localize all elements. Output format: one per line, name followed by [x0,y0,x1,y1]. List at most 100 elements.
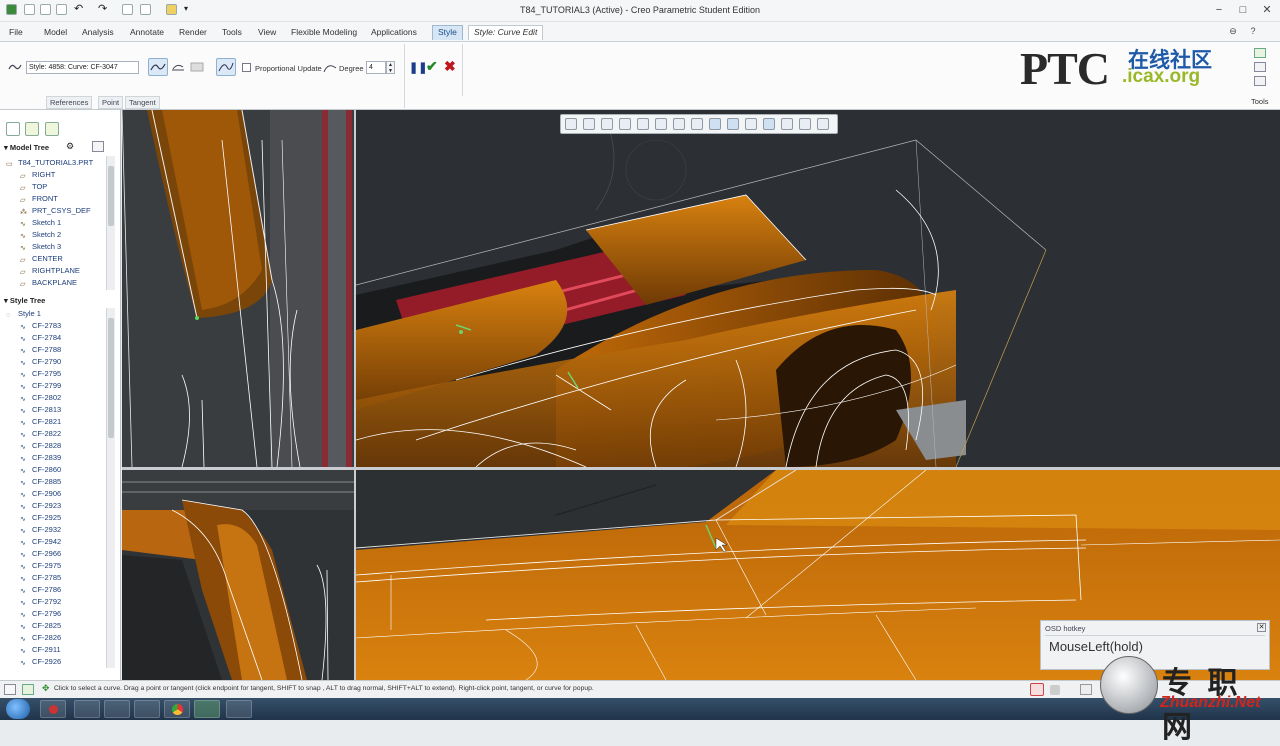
zoom-in-icon[interactable] [583,118,595,130]
saved-orientations-icon[interactable] [655,118,667,130]
tree-settings-icon[interactable]: ⚙ [66,141,78,152]
minimize-button[interactable]: − [1212,3,1226,17]
tree-item[interactable]: ∿ Sketch 2 [20,229,61,241]
style-tree-item[interactable]: ∿ CF-2966 [20,548,61,560]
style-tree-scrollbar[interactable] [106,308,115,668]
scroll-thumb[interactable] [108,166,114,226]
style-tree-item[interactable]: ∿ CF-2942 [20,536,61,548]
tool-icon-1[interactable] [1254,48,1266,58]
curve-selection-field[interactable]: Style: 4858: Curve: CF-3047 [26,61,139,74]
viewport-splitter-vertical[interactable] [354,110,356,680]
style-tree-item[interactable]: ∿ CF-2783 [20,320,61,332]
tab-analysis[interactable]: Analysis [77,26,119,41]
tab-flexible-modeling[interactable]: Flexible Modeling [286,26,362,41]
repaint-icon[interactable] [619,118,631,130]
task-app-7[interactable] [226,700,252,718]
task-app-4[interactable] [134,700,160,718]
style-tree-item[interactable]: ∿ CF-2790 [20,356,61,368]
favorites-icon[interactable] [45,122,59,136]
style-tree-root[interactable]: ◌ Style 1 [6,308,41,320]
task-app-2[interactable] [74,700,100,718]
style-tree-item[interactable]: ∿ CF-2825 [20,620,61,632]
tab-style[interactable]: Style [432,25,463,40]
style-tree-item[interactable]: ∿ CF-2911 [20,644,61,656]
cancel-button[interactable]: ✖ [444,58,456,75]
tree-item[interactable]: ▭ T84_TUTORIAL3.PRT [6,157,93,169]
style-tree-item[interactable]: ∿ CF-2813 [20,404,61,416]
task-chrome[interactable] [164,700,190,718]
subtab-tangent[interactable]: Tangent [125,96,160,109]
tree-item[interactable]: ∿ Sketch 3 [20,241,61,253]
tab-tools[interactable]: Tools [217,26,247,41]
csys-display-icon[interactable] [745,118,757,130]
style-tree-item[interactable]: ∿ CF-2788 [20,344,61,356]
style-tree-item[interactable]: ∿ CF-2821 [20,416,61,428]
tree-item[interactable]: ▱ RIGHTPLANE [20,265,80,277]
datum-display-icon[interactable] [691,118,703,130]
style-tree-item[interactable]: ∿ CF-2839 [20,452,61,464]
planar-curve-icon[interactable] [171,61,185,73]
style-tree-item[interactable]: ∿ CF-2784 [20,332,61,344]
degree-input[interactable]: 4 [366,61,386,74]
style-tree-item[interactable]: ∿ CF-2822 [20,428,61,440]
model-tree-scrollbar[interactable] [106,156,115,290]
style-tree-item[interactable]: ∿ CF-2786 [20,584,61,596]
filter-icon[interactable] [1080,684,1092,695]
degree-spinner[interactable]: ▲ ▼ [386,61,395,74]
point-display-icon[interactable] [727,118,739,130]
help-icon[interactable]: ? [1246,24,1260,38]
tab-file[interactable]: File [4,26,28,41]
style-tree-item[interactable]: ∿ CF-2828 [20,440,61,452]
osd-close-icon[interactable]: ✕ [1257,623,1266,632]
task-app-3[interactable] [104,700,130,718]
stop-regen-icon[interactable] [1030,683,1044,696]
style-tree-item[interactable]: ∿ CF-2785 [20,572,61,584]
style-tree-item[interactable]: ∿ CF-2926 [20,656,61,668]
toggle-browser-icon[interactable] [22,684,34,695]
style-tree-item[interactable]: ∿ CF-2906 [20,488,61,500]
zoom-out-icon[interactable] [601,118,613,130]
tree-filter-icon[interactable] [6,122,20,136]
scroll-thumb[interactable] [108,318,114,438]
layer-tree-icon[interactable] [25,122,39,136]
tab-model[interactable]: Model [39,26,72,41]
subtab-point[interactable]: Point [98,96,124,109]
style-tree-item[interactable]: ∿ CF-2932 [20,524,61,536]
display-style-icon[interactable] [637,118,649,130]
tab-view[interactable]: View [253,26,281,41]
task-creo[interactable] [194,700,220,718]
tab-render[interactable]: Render [174,26,212,41]
start-button[interactable] [6,699,30,719]
style-tree-item[interactable]: ∿ CF-2795 [20,368,61,380]
spin-center-icon[interactable] [817,118,829,130]
curvature-plot-button[interactable] [216,58,236,76]
style-tree-item[interactable]: ∿ CF-2885 [20,476,61,488]
maximize-button[interactable]: □ [1236,3,1250,17]
tree-item[interactable]: ▱ RIGHT [20,169,55,181]
close-button[interactable]: ✕ [1260,3,1274,17]
tree-item[interactable]: ▱ CENTER [20,253,63,265]
style-tree-item[interactable]: ∿ CF-2799 [20,380,61,392]
toggle-navigator-icon[interactable] [4,684,16,695]
viewport-top[interactable] [122,470,354,680]
viewport-splitter-horizontal[interactable] [122,467,1280,470]
style-tree-item[interactable]: ∿ CF-2975 [20,560,61,572]
active-plane-icon[interactable] [799,118,811,130]
subtab-references[interactable]: References [46,96,93,109]
tree-item[interactable]: ▱ TOP [20,181,47,193]
style-tree-item[interactable]: ∿ CF-2796 [20,608,61,620]
tool-icon-3[interactable] [1254,76,1266,86]
tree-item[interactable]: ⁂ PRT_CSYS_DEF [20,205,91,217]
task-app-1[interactable] [40,700,66,718]
tool-icon-2[interactable] [1254,62,1266,72]
annotation-display-icon[interactable] [709,118,721,130]
style-tree-item[interactable]: ∿ CF-2923 [20,500,61,512]
style-tree-item[interactable]: ∿ CF-2826 [20,632,61,644]
view-manager-icon[interactable] [673,118,685,130]
style-tree-item[interactable]: ∿ CF-2925 [20,512,61,524]
grid-icon[interactable] [781,118,793,130]
style-tree-item[interactable]: ∿ CF-2802 [20,392,61,404]
tree-show-icon[interactable] [92,141,104,152]
refit-icon[interactable] [565,118,577,130]
tab-annotate[interactable]: Annotate [125,26,169,41]
